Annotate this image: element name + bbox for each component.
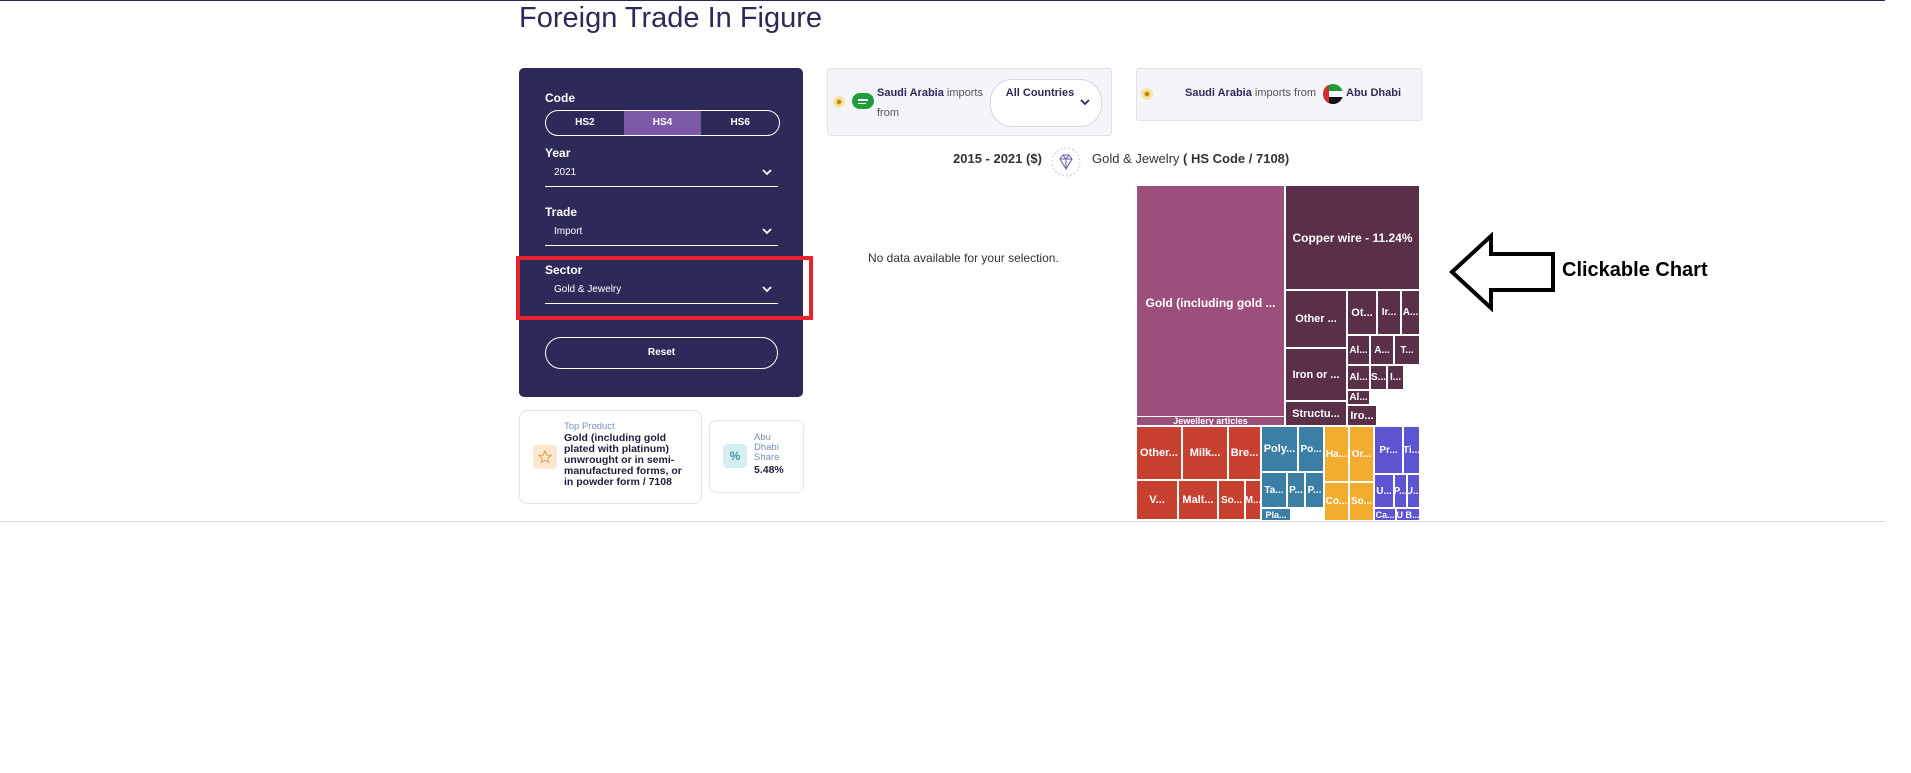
year-label: Year [545, 146, 571, 160]
partner-country-select[interactable]: All Countries [990, 79, 1102, 127]
code-label: Code [545, 91, 575, 105]
treemap-cell[interactable]: Copper wire - 11.24% [1285, 185, 1420, 290]
star-icon [533, 445, 557, 469]
diamond-icon [1051, 147, 1081, 177]
treemap-cell[interactable]: So... [1218, 480, 1245, 520]
treemap-cell[interactable]: Gold (including gold ... [1136, 185, 1285, 420]
code-option-hs2[interactable]: HS2 [546, 111, 624, 135]
radio-dot-icon [1141, 88, 1153, 100]
treemap-cell[interactable]: Iro... [1347, 405, 1377, 426]
code-option-hs6[interactable]: HS6 [701, 111, 779, 135]
treemap-cell[interactable]: Ot... [1347, 290, 1377, 335]
treemap-cell[interactable]: Al... [1347, 390, 1370, 405]
treemap-cell[interactable]: Other... [1136, 426, 1182, 480]
uae-flag-icon [1323, 84, 1343, 104]
filter-panel: Code HS2 HS4 HS6 Year 2021 Trade Import … [519, 68, 803, 397]
treemap-cell[interactable]: Pr... [1374, 426, 1403, 474]
treemap-cell[interactable]: Or... [1349, 426, 1374, 482]
treemap-cell[interactable]: P... [1305, 472, 1324, 508]
treemap-cell[interactable]: Ir... [1377, 290, 1401, 335]
treemap-cell[interactable]: P... [1394, 474, 1407, 508]
treemap-cell[interactable]: Other ... [1285, 290, 1347, 348]
top-product-value: Gold (including gold plated with platinu… [564, 432, 682, 488]
treemap-cell[interactable]: Po... [1298, 426, 1324, 472]
reset-button[interactable]: Reset [545, 337, 778, 369]
top-product-label: Top Product [564, 421, 615, 432]
treemap-cell[interactable]: V... [1136, 480, 1178, 520]
treemap-cell[interactable]: Bre... [1228, 426, 1261, 480]
treemap-cell[interactable]: U... [1374, 474, 1394, 508]
treemap-chart[interactable]: Gold (including gold ... Jewellery articl… [1136, 185, 1420, 521]
treemap-cell[interactable]: Co... [1324, 482, 1349, 521]
no-data-message: No data available for your selection. [868, 251, 1059, 265]
share-label: Abu Dhabi Share [754, 432, 780, 463]
trade-label: Trade [545, 205, 578, 219]
destination-country: Saudi Arabia [1185, 87, 1252, 99]
treemap-cell[interactable]: A... [1370, 335, 1394, 365]
radio-dot-icon [833, 96, 845, 108]
trade-select[interactable]: Import [545, 221, 778, 246]
chevron-down-icon [762, 169, 772, 176]
treemap-cell[interactable]: Structu... [1285, 401, 1347, 426]
treemap-cell[interactable]: Pla... [1261, 508, 1291, 521]
sector-name: Gold & Jewelry [1092, 151, 1180, 166]
hs-code: ( HS Code / 7108) [1183, 151, 1290, 166]
treemap-cell[interactable]: Ta... [1261, 472, 1287, 508]
top-divider [0, 0, 1885, 1]
sector-title: Gold & Jewelry ( HS Code / 7108) [1092, 151, 1289, 166]
share-value: 5.48% [754, 464, 784, 476]
trade-value: Import [554, 226, 583, 237]
treemap-cell[interactable]: Poly... [1261, 426, 1298, 472]
treemap-cell[interactable]: Malt... [1178, 480, 1218, 520]
code-option-hs4[interactable]: HS4 [623, 111, 702, 135]
share-card: % Abu Dhabi Share 5.48% [709, 420, 804, 493]
top-product-card: Top Product Gold (including gold plated … [519, 410, 702, 504]
treemap-cell[interactable]: Ca... [1374, 508, 1396, 521]
page-title: Foreign Trade In Figure [519, 2, 823, 34]
percent-icon: % [723, 444, 747, 468]
sector-highlight-box [516, 256, 813, 320]
treemap-cell[interactable]: I... [1387, 365, 1404, 390]
destination-text: Saudi Arabia imports from [1185, 87, 1316, 99]
chevron-down-icon [1080, 99, 1090, 106]
bottom-divider [0, 521, 1885, 522]
chevron-down-icon [762, 228, 772, 235]
treemap-cell[interactable]: Al... [1347, 365, 1370, 390]
year-select[interactable]: 2021 [545, 162, 778, 187]
year-range: 2015 - 2021 ($) [953, 151, 1042, 166]
saudi-flag-icon [852, 93, 874, 109]
treemap-cell[interactable]: Jewellery articles [1136, 416, 1285, 426]
partner-name: Abu Dhabi [1346, 87, 1401, 99]
treemap-cell[interactable]: S... [1370, 365, 1387, 390]
treemap-cell[interactable]: P... [1287, 472, 1305, 508]
treemap-cell[interactable]: Ha... [1324, 426, 1349, 482]
destination-pill: Saudi Arabia imports from Abu Dhabi [1136, 68, 1422, 121]
treemap-cell[interactable]: Al... [1347, 335, 1370, 365]
treemap-cell[interactable]: T... [1394, 335, 1420, 365]
left-arrow-icon [1449, 232, 1555, 312]
year-value: 2021 [554, 167, 577, 178]
partner-country-value: All Countries [1005, 87, 1075, 99]
origin-text: Saudi Arabia imports from [877, 83, 987, 123]
treemap-cell[interactable]: M... [1245, 480, 1261, 520]
origin-country: Saudi Arabia [877, 87, 944, 99]
annotation-label: Clickable Chart [1562, 259, 1708, 281]
destination-middle: imports from [1254, 87, 1317, 99]
partner-name-text: Abu Dhabi [1346, 87, 1401, 99]
treemap-cell[interactable]: Ti... [1403, 426, 1420, 474]
treemap-cell[interactable]: U B... [1396, 508, 1420, 521]
treemap-cell[interactable]: Milk... [1182, 426, 1228, 480]
treemap-cell[interactable]: So... [1349, 482, 1374, 521]
treemap-cell[interactable]: U... [1407, 474, 1420, 508]
origin-pill: Saudi Arabia imports from All Countries [827, 68, 1112, 136]
code-segmented-control: HS2 HS4 HS6 [545, 110, 780, 136]
treemap-cell[interactable]: Iron or ... [1285, 348, 1347, 401]
treemap-cell[interactable]: A... [1401, 290, 1420, 335]
